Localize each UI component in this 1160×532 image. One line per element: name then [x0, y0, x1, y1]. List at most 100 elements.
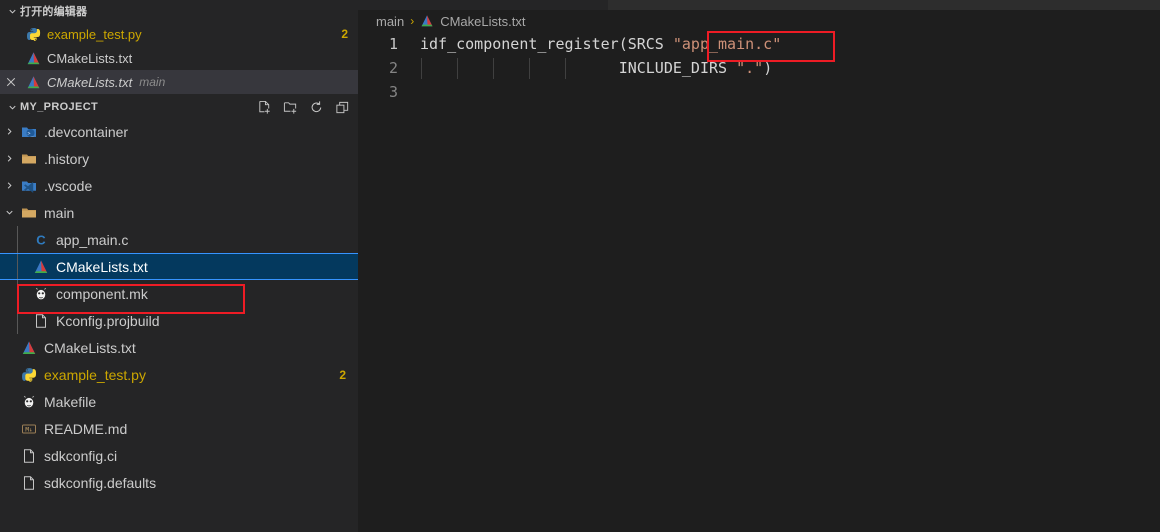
svg-text:C: C [36, 232, 46, 247]
tree-row-cmakelists-main-selected[interactable]: CMakeLists.txt [0, 253, 358, 280]
breadcrumb-folder[interactable]: main [376, 14, 404, 29]
tree-indent-guide [17, 307, 18, 334]
line-number: 2 [388, 59, 398, 77]
svg-text:>_: >_ [27, 131, 34, 137]
markdown-file-icon: M↓ [18, 421, 40, 437]
cmake-file-icon [30, 259, 52, 275]
new-file-icon[interactable] [256, 99, 272, 115]
tree-row-example-test-py[interactable]: example_test.py 2 [0, 361, 358, 388]
gnu-make-file-icon [30, 286, 52, 302]
breadcrumb-file[interactable]: CMakeLists.txt [420, 14, 525, 29]
gnu-make-file-icon [18, 394, 40, 410]
editor-pane: main › CMakeLists.txt 1 idf_component_re… [358, 0, 1160, 532]
tree-row-makefile[interactable]: Makefile [0, 388, 358, 415]
breadcrumb-file-label: CMakeLists.txt [440, 13, 526, 29]
tree-indent-guide [17, 254, 18, 279]
tree-row-label: main [44, 204, 75, 221]
folder-vscode-icon [18, 178, 40, 194]
tree-row-kconfig-projbuild[interactable]: Kconfig.projbuild [0, 307, 358, 334]
tree-row-component-mk[interactable]: component.mk [0, 280, 358, 307]
tree-row-cmakelists-root[interactable]: CMakeLists.txt [0, 334, 358, 361]
python-file-icon [22, 27, 44, 42]
c-file-icon: C [30, 232, 52, 248]
vscode-window: 打开的编辑器 example_test.py 2 CMakeLists.txt … [0, 0, 1160, 532]
chevron-down-icon [4, 3, 20, 19]
tree-row-readme-md[interactable]: M↓ README.md [0, 415, 358, 442]
folder-icon [18, 151, 40, 167]
tree-indent-guide [17, 280, 18, 307]
chevron-right-icon[interactable] [0, 180, 18, 191]
tree-row-label: sdkconfig.defaults [44, 474, 157, 491]
tab-strip-left [358, 0, 608, 10]
chevron-right-icon[interactable] [0, 153, 18, 164]
open-editor-row-cmakelists[interactable]: CMakeLists.txt [0, 46, 358, 70]
tree-row-app-main-c[interactable]: C app_main.c [0, 226, 358, 253]
tree-row-label: README.md [44, 420, 128, 437]
explorer-sidebar: 打开的编辑器 example_test.py 2 CMakeLists.txt … [0, 0, 358, 532]
tree-row-devcontainer[interactable]: >_ .devcontainer [0, 118, 358, 145]
line-number: 3 [388, 83, 398, 101]
cmake-file-icon [420, 14, 434, 28]
cmake-file-icon [18, 340, 40, 356]
open-editors-title: 打开的编辑器 [20, 6, 88, 18]
indent-guides [420, 56, 566, 80]
tree-row-vscode[interactable]: .vscode [0, 172, 358, 199]
token-open-paren: ( [618, 35, 628, 53]
tree-row-sdkconfig-ci[interactable]: sdkconfig.ci [0, 442, 358, 469]
tree-row-label: Kconfig.projbuild [56, 312, 160, 329]
token-argument-srcs: SRCS [627, 35, 664, 53]
open-editor-label: CMakeLists.txt [47, 74, 133, 90]
open-editor-row-cmakelists-main-active[interactable]: CMakeLists.txt main [0, 70, 358, 94]
plain-file-icon [18, 448, 40, 464]
tree-row-label: .vscode [44, 177, 93, 194]
python-file-icon [18, 367, 40, 383]
code-line-2: 2 INCLUDE_DIRS ".") [358, 56, 1160, 80]
tree-row-label: app_main.c [56, 231, 129, 248]
open-editor-description: main [139, 75, 166, 89]
svg-text:M↓: M↓ [25, 426, 32, 433]
collapse-all-icon[interactable] [334, 99, 350, 115]
chevron-down-icon[interactable] [0, 207, 18, 218]
token-string-app-main-c: "app_main.c" [672, 35, 782, 53]
open-editor-row-example-test-py[interactable]: example_test.py 2 [0, 22, 358, 46]
close-icon[interactable] [0, 76, 22, 88]
tree-row-label: CMakeLists.txt [56, 258, 148, 275]
plain-file-icon [30, 313, 52, 329]
file-tree: >_ .devcontainer .history .vscode main C… [0, 118, 358, 496]
token-close-paren: ) [763, 59, 773, 77]
warning-badge: 2 [341, 27, 348, 41]
tree-row-label: sdkconfig.ci [44, 447, 118, 464]
plain-file-icon [18, 475, 40, 491]
open-editor-label: CMakeLists.txt [47, 50, 133, 66]
tree-row-label: .devcontainer [44, 123, 129, 140]
explorer-project-title: MY_PROJECT [20, 101, 99, 113]
tree-row-sdkconfig-defaults[interactable]: sdkconfig.defaults [0, 469, 358, 496]
warning-badge: 2 [339, 367, 346, 382]
code-editor-content[interactable]: 1 idf_component_register(SRCS "app_main.… [358, 32, 1160, 104]
token-function-name: idf_component_register [420, 35, 619, 53]
explorer-actions [256, 99, 350, 115]
code-line-text: INCLUDE_DIRS ".") [420, 56, 772, 80]
editor-tab-strip [358, 0, 1160, 10]
chevron-right-icon: › [410, 14, 415, 28]
chevron-down-icon [4, 99, 20, 115]
code-line-text: idf_component_register(SRCS "app_main.c" [420, 32, 781, 56]
open-editors-section-header[interactable]: 打开的编辑器 [0, 0, 358, 22]
cmake-file-icon [22, 75, 44, 90]
tree-row-main-folder[interactable]: main [0, 199, 358, 226]
explorer-folder-section-header[interactable]: MY_PROJECT [0, 96, 358, 118]
new-folder-icon[interactable] [282, 99, 298, 115]
open-editors-list: example_test.py 2 CMakeLists.txt CMakeLi… [0, 22, 358, 94]
cmake-file-icon [22, 51, 44, 66]
chevron-right-icon[interactable] [0, 126, 18, 137]
refresh-icon[interactable] [308, 99, 324, 115]
tree-indent-guide [17, 226, 18, 253]
tab-strip-right [608, 0, 1160, 10]
code-line-1: 1 idf_component_register(SRCS "app_main.… [358, 32, 1160, 56]
tree-row-history[interactable]: .history [0, 145, 358, 172]
breadcrumb-folder-label: main [376, 13, 405, 29]
line-number: 1 [388, 35, 398, 53]
token-keyword-include-dirs: INCLUDE_DIRS [618, 59, 728, 77]
